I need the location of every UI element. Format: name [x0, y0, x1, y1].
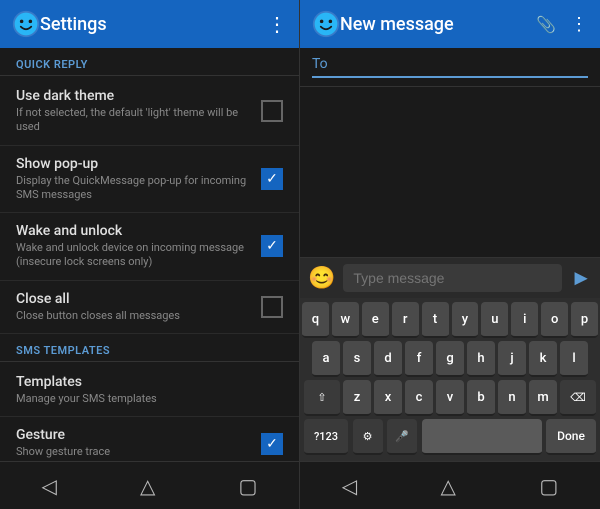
wake-unlock-desc: Wake and unlock device on incoming messa… — [16, 241, 253, 270]
space-key[interactable] — [422, 419, 542, 455]
keyboard: q w e r t y u i o p a s d f g h j k l ⇧ … — [300, 298, 600, 461]
key-s[interactable]: s — [343, 341, 371, 377]
dark-theme-desc: If not selected, the default 'light' the… — [16, 106, 253, 135]
section-quick-reply: QUICK REPLY — [0, 48, 299, 76]
settings-title: Settings — [40, 14, 267, 35]
key-z[interactable]: z — [343, 380, 371, 416]
key-h[interactable]: h — [467, 341, 495, 377]
key-x[interactable]: x — [374, 380, 402, 416]
message-app-icon — [312, 10, 340, 38]
message-menu-icon[interactable]: ⋮ — [570, 14, 588, 35]
setting-show-popup: Show pop-up Display the QuickMessage pop… — [0, 146, 299, 214]
key-k[interactable]: k — [529, 341, 557, 377]
settings-content: QUICK REPLY Use dark theme If not select… — [0, 48, 299, 461]
key-f[interactable]: f — [405, 341, 433, 377]
kb-row-3: ⇧ z x c v b n m ⌫ — [302, 380, 598, 416]
message-back-btn[interactable]: ◁ — [322, 466, 377, 506]
key-e[interactable]: e — [362, 302, 389, 338]
key-j[interactable]: j — [498, 341, 526, 377]
key-y[interactable]: y — [452, 302, 479, 338]
key-n[interactable]: n — [498, 380, 526, 416]
setting-templates[interactable]: Templates Manage your SMS templates — [0, 364, 299, 417]
settings-back-btn[interactable]: ◁ — [22, 466, 77, 506]
key-u[interactable]: u — [481, 302, 508, 338]
message-recents-btn[interactable]: ▢ — [519, 466, 578, 506]
close-all-desc: Close button closes all messages — [16, 309, 253, 323]
settings-app-icon — [12, 10, 40, 38]
message-panel: New message 📎 ⋮ To 😊 ► q w e r t y u i o… — [300, 0, 600, 509]
setting-close-all: Close all Close button closes all messag… — [0, 281, 299, 334]
section-sms-templates: SMS TEMPLATES — [0, 334, 299, 362]
message-title: New message — [340, 14, 536, 35]
key-g[interactable]: g — [436, 341, 464, 377]
show-popup-title: Show pop-up — [16, 156, 253, 172]
key-l[interactable]: l — [560, 341, 588, 377]
gesture-title: Gesture — [16, 427, 253, 443]
key-a[interactable]: a — [312, 341, 340, 377]
type-message-input[interactable] — [343, 264, 562, 292]
settings-home-btn[interactable]: △ — [120, 466, 175, 506]
show-popup-checkbox[interactable] — [261, 168, 283, 190]
kb-row-2: a s d f g h j k l — [302, 341, 598, 377]
key-i[interactable]: i — [511, 302, 538, 338]
setting-dark-theme: Use dark theme If not selected, the defa… — [0, 78, 299, 146]
key-c[interactable]: c — [405, 380, 433, 416]
kb-row-4: ?123 ⚙ 🎤 Done — [302, 419, 598, 455]
wake-unlock-title: Wake and unlock — [16, 223, 253, 239]
settings-menu-icon[interactable]: ⋮ — [267, 12, 287, 36]
message-compose-bar: 😊 ► — [300, 257, 600, 298]
message-header: New message 📎 ⋮ — [300, 0, 600, 48]
close-all-title: Close all — [16, 291, 253, 307]
key-p[interactable]: p — [571, 302, 598, 338]
close-all-checkbox[interactable] — [261, 296, 283, 318]
to-field-container: To — [300, 48, 600, 87]
templates-desc: Manage your SMS templates — [16, 392, 283, 406]
backspace-key[interactable]: ⌫ — [560, 380, 596, 416]
wake-unlock-checkbox[interactable] — [261, 235, 283, 257]
send-btn[interactable]: ► — [570, 265, 592, 291]
setting-wake-unlock: Wake and unlock Wake and unlock device o… — [0, 213, 299, 281]
key-d[interactable]: d — [374, 341, 402, 377]
attach-icon[interactable]: 📎 — [536, 15, 556, 34]
gesture-desc: Show gesture trace — [16, 445, 253, 459]
gesture-checkbox[interactable] — [261, 433, 283, 455]
key-w[interactable]: w — [332, 302, 359, 338]
settings-panel: Settings ⋮ QUICK REPLY Use dark theme If… — [0, 0, 300, 509]
settings-nav-bar: ◁ △ ▢ — [0, 461, 299, 509]
message-home-btn[interactable]: △ — [421, 466, 476, 506]
settings-header: Settings ⋮ — [0, 0, 299, 48]
key-b[interactable]: b — [467, 380, 495, 416]
setting-gesture: Gesture Show gesture trace — [0, 417, 299, 461]
shift-key[interactable]: ⇧ — [304, 380, 340, 416]
mic-key[interactable]: 🎤 — [387, 419, 417, 455]
kb-row-1: q w e r t y u i o p — [302, 302, 598, 338]
to-label[interactable]: To — [312, 56, 588, 78]
message-nav-bar: ◁ △ ▢ — [300, 461, 600, 509]
key-v[interactable]: v — [436, 380, 464, 416]
done-key[interactable]: Done — [546, 419, 596, 455]
settings-recents-btn[interactable]: ▢ — [219, 466, 278, 506]
key-o[interactable]: o — [541, 302, 568, 338]
message-body-area[interactable] — [300, 87, 600, 257]
dark-theme-title: Use dark theme — [16, 88, 253, 104]
show-popup-desc: Display the QuickMessage pop-up for inco… — [16, 174, 253, 203]
settings-key[interactable]: ⚙ — [353, 419, 383, 455]
key-t[interactable]: t — [422, 302, 449, 338]
key-m[interactable]: m — [529, 380, 557, 416]
num-key[interactable]: ?123 — [304, 419, 348, 455]
key-q[interactable]: q — [302, 302, 329, 338]
key-r[interactable]: r — [392, 302, 419, 338]
templates-title: Templates — [16, 374, 283, 390]
dark-theme-checkbox[interactable] — [261, 100, 283, 122]
emoji-btn[interactable]: 😊 — [308, 266, 335, 291]
